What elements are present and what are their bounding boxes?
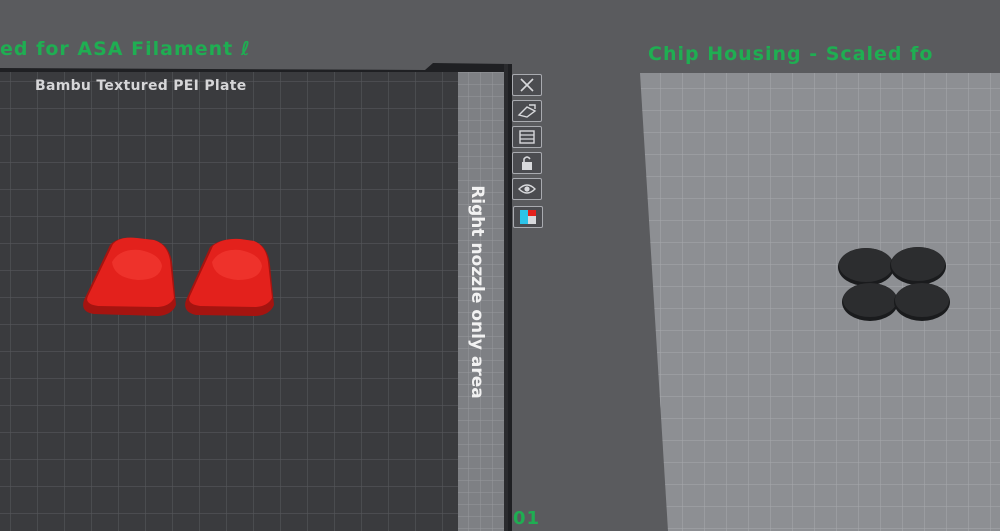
eye-icon [518,184,536,194]
plate-color-button[interactable] [513,206,543,228]
color-icon [520,210,536,224]
dark-part-2[interactable] [890,247,946,285]
left-plate-title[interactable]: ed for ASA Filament ℓ [0,38,251,60]
plate-type-label: Bambu Textured PEI Plate [35,78,247,94]
dark-part-1[interactable] [838,248,894,286]
settings-icon [519,130,535,144]
lock-plate-button[interactable] [512,152,542,174]
plate-number[interactable]: 01 [513,508,540,529]
close-icon [520,78,534,92]
plate-settings-button[interactable] [512,126,542,148]
close-plate-button[interactable] [512,74,542,96]
preview-plate-button[interactable] [512,178,542,200]
lock-icon [522,156,532,170]
right-plate-title[interactable]: Chip Housing - Scaled fo [648,43,933,65]
edit-name-icon[interactable]: ℓ [241,38,251,60]
dark-part-4[interactable] [894,283,950,321]
nozzle-area-label: Right nozzle only area [467,185,487,399]
dark-part-3[interactable] [842,283,898,321]
auto-arrange-button[interactable] [512,100,542,122]
arrange-icon [517,104,537,118]
